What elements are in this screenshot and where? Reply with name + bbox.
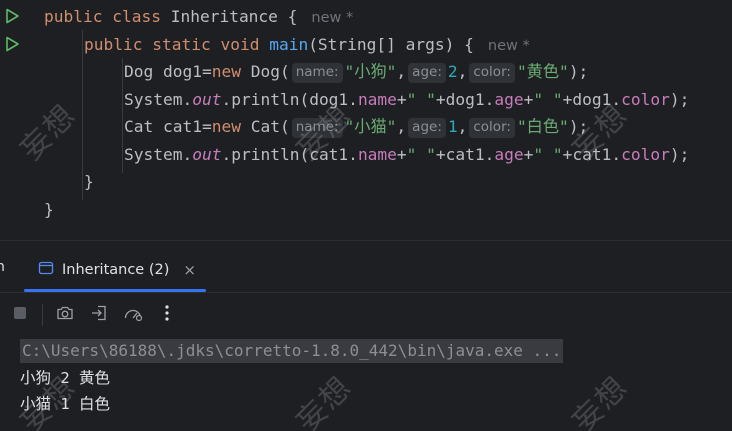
camera-icon — [56, 304, 74, 326]
author-hint: new * — [311, 10, 354, 26]
console-command-line[interactable]: C:\Users\86188\.jdks\corretto-1.8.0_442\… — [20, 339, 564, 363]
run-tab-bar: n Inheritance (2) × — [0, 241, 732, 293]
tab-label: Inheritance (2) — [62, 262, 170, 278]
stop-button[interactable] — [8, 303, 32, 327]
login-button[interactable] — [87, 303, 111, 327]
run-toolbar — [0, 294, 732, 336]
code-line-3: Dog dog1=new Dog(name: "小狗", age: 2, color: "… — [124, 62, 589, 83]
code-editor[interactable]: public class Inheritance {new * public s… — [0, 0, 732, 240]
code-line-7: } — [84, 172, 94, 191]
toolbar-divider — [42, 304, 43, 326]
author-hint: new * — [487, 38, 530, 54]
more-vertical-icon — [164, 304, 170, 326]
active-tab-indicator — [24, 289, 206, 292]
param-hint: color: — [469, 118, 515, 138]
more-options-button[interactable] — [155, 303, 179, 327]
run-main-icon[interactable] — [4, 36, 20, 52]
indent-guide — [82, 30, 83, 200]
tab-inheritance-run[interactable]: Inheritance (2) × — [26, 251, 208, 289]
gauge-icon — [123, 304, 143, 326]
run-tool-window: n Inheritance (2) × C:\Users\86188\.jdks… — [0, 240, 732, 431]
param-hint: age: — [408, 118, 446, 138]
console-output-line: 小狗 2 黄色 — [20, 369, 110, 387]
code-line-1: public class Inheritance {new * — [44, 7, 354, 26]
stop-icon — [12, 305, 28, 325]
run-class-icon[interactable] — [4, 8, 20, 24]
param-hint: name: — [291, 63, 343, 83]
console-tab-icon — [38, 260, 54, 280]
indent-guide — [122, 58, 123, 173]
screenshot-button[interactable] — [53, 303, 77, 327]
cut-tab-label[interactable]: n — [0, 259, 5, 275]
code-line-4: System.out.println(dog1.name+" "+dog1.ag… — [124, 90, 690, 109]
profiler-button[interactable] — [121, 303, 145, 327]
console-output-line: 小猫 1 白色 — [20, 395, 110, 413]
console-output[interactable]: C:\Users\86188\.jdks\corretto-1.8.0_442\… — [0, 337, 732, 431]
code-line-5: Cat cat1=new Cat(name: "小猫", age: 1, color: "… — [124, 117, 589, 138]
code-line-2: public static void main(String[] args) {… — [84, 35, 530, 54]
code-line-6: System.out.println(cat1.name+" "+cat1.ag… — [124, 145, 690, 164]
login-icon — [90, 304, 108, 326]
param-hint: name: — [291, 118, 343, 138]
param-hint: age: — [408, 63, 446, 83]
param-hint: color: — [469, 63, 515, 83]
code-line-8: } — [44, 200, 54, 219]
close-tab-icon[interactable]: × — [183, 261, 196, 279]
